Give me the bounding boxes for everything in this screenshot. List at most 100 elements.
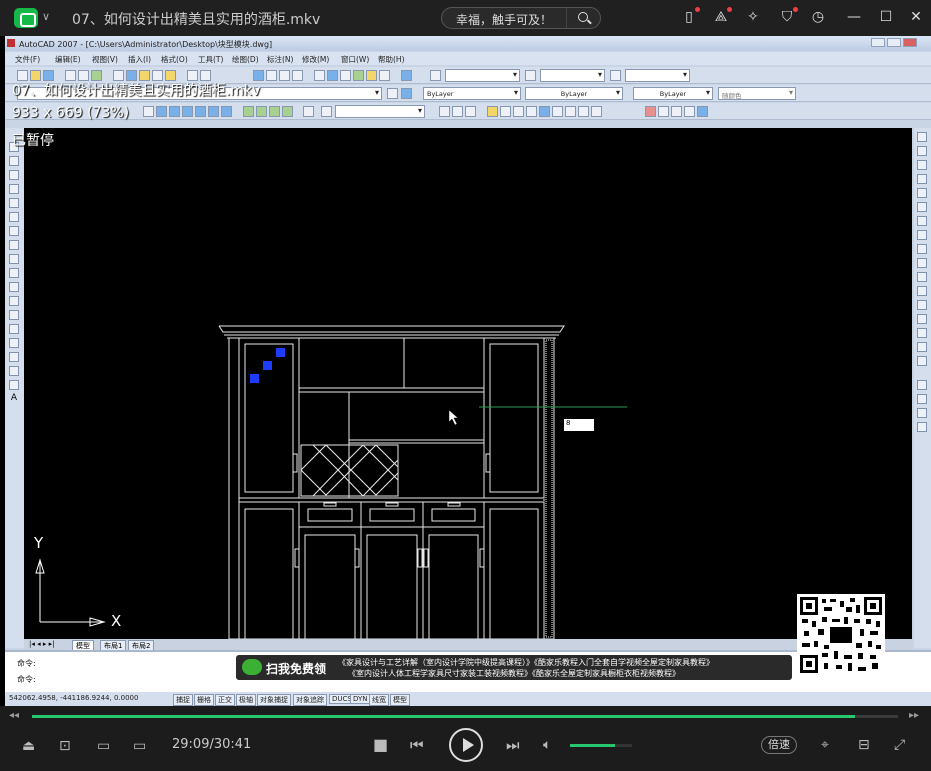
draworder-back-icon bbox=[917, 408, 927, 418]
snap-toggle: 捕捉 bbox=[173, 694, 193, 706]
fullscreen-icon[interactable]: ⤢ bbox=[894, 737, 905, 753]
camera-icon bbox=[303, 106, 314, 117]
window-title: 07、如何设计出精美且实用的酒柜.mkv bbox=[72, 12, 321, 28]
lineweight-toggle: 线宽 bbox=[369, 694, 389, 706]
layer-state-icon bbox=[401, 88, 412, 99]
ellipse-icon bbox=[9, 268, 19, 278]
cad-menu-item: 标注(N) bbox=[267, 55, 294, 64]
close-icon[interactable]: ✕ bbox=[908, 9, 924, 25]
banner-lead: 扫我免费领 bbox=[266, 662, 327, 676]
cad-menu-item: 工具(T) bbox=[198, 55, 224, 64]
maximize-icon[interactable]: ☐ bbox=[878, 9, 894, 25]
point-icon bbox=[9, 324, 19, 334]
play-button[interactable] bbox=[449, 728, 483, 762]
fast-forward-icon[interactable]: ▸▸ bbox=[909, 710, 919, 721]
stats-icon bbox=[578, 106, 589, 117]
command-prompt-2: 命令: bbox=[17, 675, 36, 684]
ucs-y-label: Y bbox=[34, 534, 44, 552]
screenshot-icon[interactable]: ⊡ bbox=[59, 738, 71, 754]
volume-fill bbox=[570, 744, 615, 747]
insert-block-icon bbox=[9, 296, 19, 306]
cad-minimize bbox=[871, 38, 885, 47]
gradient-icon bbox=[9, 352, 19, 362]
tab-nav-icon: |◂ ◂ ▸ ▸| bbox=[29, 640, 55, 648]
light-icon bbox=[500, 106, 511, 117]
danmaku-settings-icon[interactable]: ▭ bbox=[133, 738, 146, 754]
zoom-prev-icon bbox=[292, 70, 303, 81]
time-display: 29:09/30:41 bbox=[172, 737, 252, 752]
progress-fill bbox=[32, 715, 855, 718]
modify-toolbar bbox=[914, 128, 931, 648]
design-center-icon bbox=[327, 70, 338, 81]
view-right-icon bbox=[195, 106, 206, 117]
stop-icon[interactable]: ■ bbox=[373, 737, 388, 753]
volume-slider[interactable] bbox=[570, 744, 632, 747]
eject-icon[interactable]: ⏏ bbox=[22, 738, 35, 754]
chevron-down-icon[interactable]: ∨ bbox=[42, 10, 50, 23]
tools-icon[interactable]: ⌖ bbox=[821, 737, 829, 753]
background-icon bbox=[539, 106, 550, 117]
dim-style-select bbox=[540, 69, 605, 82]
circle-icon bbox=[9, 226, 19, 236]
magic-icon[interactable]: ✧ bbox=[745, 9, 761, 25]
properties-icon bbox=[314, 70, 325, 81]
wechat-icon bbox=[242, 659, 262, 675]
previous-icon[interactable]: ⏮ bbox=[410, 737, 424, 753]
cad-menu-item: 视图(V) bbox=[92, 55, 118, 64]
orbit-icon bbox=[439, 106, 450, 117]
draw-toolbar: A bbox=[5, 128, 24, 648]
lineweight-select: ByLayer bbox=[633, 87, 713, 100]
search-input[interactable]: 幸福，触手可及！ bbox=[456, 11, 552, 28]
make-block-icon bbox=[9, 310, 19, 320]
markup-icon bbox=[366, 70, 377, 81]
model-toggle: 模型 bbox=[390, 694, 410, 706]
view-bottom-icon bbox=[169, 106, 180, 117]
rectangle-icon bbox=[9, 198, 19, 208]
trace-icon bbox=[645, 106, 656, 117]
phone-icon[interactable]: ▯ bbox=[681, 7, 700, 25]
share-icon[interactable]: ⟁ bbox=[713, 7, 732, 25]
otrack-toggle: 对象追踪 bbox=[293, 694, 327, 706]
dist-icon bbox=[671, 106, 682, 117]
view-top-icon bbox=[156, 106, 167, 117]
toolbox-icon[interactable]: ⊟ bbox=[858, 737, 870, 753]
minimize-icon[interactable]: — bbox=[846, 9, 862, 25]
history-icon[interactable]: ◷ bbox=[810, 9, 826, 25]
erase-icon bbox=[917, 132, 927, 142]
move-icon bbox=[917, 202, 927, 212]
skin-icon[interactable]: ⛉ bbox=[779, 7, 798, 25]
banner-line-1: 《家具设计与工艺详解（室内设计学院中级提高课程）》《酷家乐教程入门全套自学视频全… bbox=[338, 658, 714, 667]
mass-icon bbox=[697, 106, 708, 117]
scene-icon bbox=[565, 106, 576, 117]
search-box[interactable]: 幸福，触手可及！ bbox=[441, 7, 601, 29]
calc-icon bbox=[379, 70, 390, 81]
search-icon[interactable] bbox=[566, 8, 600, 28]
rewind-icon[interactable]: ◂◂ bbox=[9, 710, 19, 721]
overlay-resolution: 933 x 669 (73%) bbox=[12, 105, 130, 121]
join-icon bbox=[917, 314, 927, 324]
banner-line-2: 《室内设计人体工程学家具尺寸家装工装视频教程》《酷家乐全屋定制家具橱柜衣柜视频教… bbox=[348, 669, 680, 678]
break-point-icon bbox=[917, 286, 927, 296]
ortho-toggle: 正交 bbox=[215, 694, 235, 706]
chamfer-icon bbox=[917, 328, 927, 338]
cad-title: AutoCAD 2007 - [C:\Users\Administrator\D… bbox=[5, 36, 931, 51]
color-select: ByLayer bbox=[423, 87, 521, 100]
dyn-toggle: DYN bbox=[350, 694, 371, 704]
hatch-icon bbox=[9, 338, 19, 348]
text-style-select bbox=[445, 69, 520, 82]
inquiry-icon bbox=[658, 106, 669, 117]
view-icon bbox=[143, 106, 154, 117]
view-left-icon bbox=[182, 106, 193, 117]
region-icon bbox=[9, 366, 19, 376]
video-area[interactable]: AutoCAD 2007 - [C:\Users\Administrator\D… bbox=[0, 36, 931, 706]
table-style-icon bbox=[610, 70, 621, 81]
next-icon[interactable]: ⏭ bbox=[506, 737, 520, 753]
danmaku-icon[interactable]: ▭ bbox=[97, 738, 110, 754]
zoom-window-icon bbox=[279, 70, 290, 81]
osnap-toggle: 对象捕捉 bbox=[257, 694, 291, 706]
player-logo-icon[interactable] bbox=[14, 8, 38, 28]
progress-bar[interactable] bbox=[32, 715, 898, 718]
volume-icon[interactable]: 🔈︎ bbox=[543, 737, 551, 753]
speed-button[interactable]: 倍速 bbox=[761, 736, 797, 754]
fog-icon bbox=[552, 106, 563, 117]
